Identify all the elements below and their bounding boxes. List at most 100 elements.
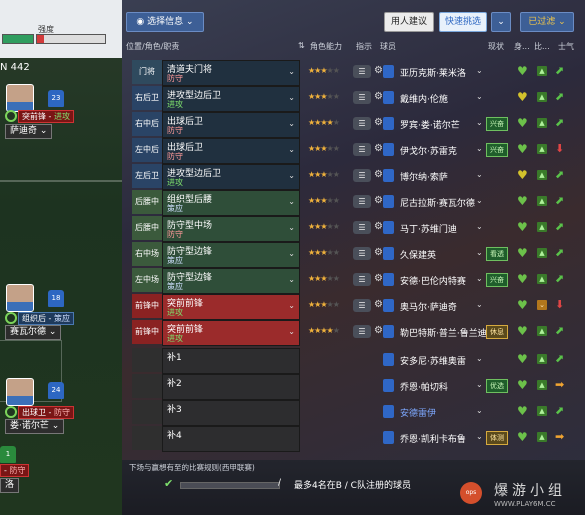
sort-icon[interactable]: ⇅ [298,41,305,50]
instructions-icon[interactable]: ☰ [353,325,371,338]
role-duty-selector[interactable]: 防守型边锋 策应 ⌄ [162,242,300,268]
role-duty-selector[interactable]: 补3 [162,400,300,426]
player-name[interactable]: 戴维内·伦施 [400,92,448,105]
gear-icon[interactable]: ⚙ [374,299,383,310]
header-role-ability[interactable]: 角色能力 [310,41,342,52]
table-row[interactable]: 补2 乔恩·帕切科 ⌄ 优选 ♥ ▲ ➡ [132,374,580,400]
chevron-down-icon[interactable]: ⌄ [476,406,483,415]
player-name[interactable]: 亚历克斯·莱米洛 [400,66,466,79]
select-info-button[interactable]: ◉ 选择信息 ⌄ [126,12,204,32]
quick-pick-button[interactable]: 快速挑选 [439,12,487,32]
player-name[interactable]: 安多尼·苏维奥雷 [400,354,466,367]
table-row[interactable]: 右中后卫出球后卫防守⌄★★★★★☰⚙罗宾·娄·诺尔芒⌄兴奋♥▲⬈ [132,112,580,152]
chevron-down-icon[interactable]: ⌄ [476,380,483,389]
quick-pick-dropdown-button[interactable]: ⌄ [491,12,511,32]
header-position[interactable]: 位置/角色/职责 [126,41,179,52]
role-duty-selector[interactable]: 补2 [162,374,300,400]
player-name[interactable]: 奥马尔·萨迪奇 [400,300,457,313]
role-duty-selector[interactable]: 进攻型边后卫 进攻 ⌄ [162,86,300,112]
header-player[interactable]: 球员 [380,41,396,52]
player-role-tag[interactable]: 突前锋 - 进攻 [18,110,74,123]
chevron-down-icon[interactable]: ⌄ [476,196,483,205]
chevron-down-icon[interactable]: ⌄ [476,274,483,283]
gear-icon[interactable]: ⚙ [374,143,383,154]
gear-icon[interactable]: ⚙ [374,65,383,76]
table-row[interactable]: 门将 清道夫门将 防守 ⌄ ★★★★★ ☰ ⚙ 亚历克斯·莱米洛 ⌄ ♥ ▲ ⬈ [132,60,580,86]
role-duty-selector[interactable]: 突前前锋 进攻 ⌄ [162,294,300,320]
table-row[interactable]: 左中后卫出球后卫防守⌄★★★★★☰⚙伊戈尔·苏雷克⌄兴奋♥▲⬇ [132,138,580,178]
chevron-down-icon[interactable]: ⌄ [476,354,483,363]
role-duty-selector[interactable]: 防守型边锋 策应 ⌄ [162,268,300,294]
player-name-tag[interactable]: 洛 [0,478,20,493]
player-name[interactable]: 尼古拉斯·赛瓦尔德 [400,196,475,209]
instructions-icon[interactable]: ☰ [353,195,371,208]
instructions-icon[interactable]: ☰ [353,143,371,156]
gear-icon[interactable]: ⚙ [374,273,383,284]
role-duty-selector[interactable]: 防守型中场 防守 ⌄ [162,216,300,242]
instructions-icon[interactable]: ☰ [353,273,371,286]
chevron-down-icon[interactable]: ⌄ [476,170,483,179]
role-duty-selector[interactable]: 补1 [162,348,300,374]
player-name[interactable]: 久保建英 [400,248,436,261]
player-name[interactable]: 安德雷伊 [400,406,436,419]
gear-icon[interactable]: ⚙ [374,117,383,128]
player-name[interactable]: 安德·巴伦内特赛 [400,274,466,287]
chevron-down-icon[interactable]: ⌄ [476,92,483,101]
gear-icon[interactable]: ⚙ [374,325,383,336]
table-row[interactable]: 右中场 防守型边锋 策应 ⌄ ★★★★★ ☰ ⚙ 久保建英 ⌄ 看透 ♥ ▲ ⬈ [132,242,580,268]
header-match[interactable]: 比... [534,41,550,52]
table-row[interactable]: 前锋中左突前前锋进攻⌄★★★★★☰⚙勒巴特斯·普兰·鲁兰迪⌄休息♥▲⬈ [132,320,580,360]
table-row[interactable]: 补3 安德雷伊 ⌄ ♥ ▲ ⬈ [132,400,580,426]
instructions-icon[interactable]: ☰ [353,65,371,78]
role-duty-selector[interactable]: 补4 [162,426,300,452]
header-form[interactable]: 现状 [488,41,504,52]
chevron-down-icon[interactable]: ⌄ [476,326,483,335]
table-row[interactable]: 补1 安多尼·苏维奥雷 ⌄ ♥ ▲ ⬈ [132,348,580,374]
role-duty-selector[interactable]: 进攻型边后卫 进攻 ⌄ [162,164,300,190]
role-duty-selector[interactable]: 清道夫门将 防守 ⌄ [162,60,300,86]
user-suggest-button[interactable]: 用人建议 [384,12,434,32]
role-duty-selector[interactable]: 出球后卫 防守 ⌄ [162,112,300,138]
table-row[interactable]: 后腰中后组织型后腰策应⌄★★★★★☰⚙尼古拉斯·赛瓦尔德⌄♥▲⬈ [132,190,580,230]
table-row[interactable]: 前锋中右突前前锋进攻⌄★★★★★☰⚙奥马尔·萨迪奇⌄♥⌄⬇ [132,294,580,334]
header-fitness[interactable]: 身... [514,41,530,52]
instructions-icon[interactable]: ☰ [353,299,371,312]
player-name[interactable]: 马丁·苏维门迪 [400,222,457,235]
player-name[interactable]: 伊戈尔·苏雷克 [400,144,457,157]
role-duty-selector[interactable]: 出球后卫 防守 ⌄ [162,138,300,164]
player-name[interactable]: 博尔纳·索萨 [400,170,448,183]
chevron-down-icon[interactable]: ⌄ [476,222,483,231]
table-row[interactable]: 左中场 防守型边锋 策应 ⌄ ★★★★★ ☰ ⚙ 安德·巴伦内特赛 ⌄ 兴奋 ♥ ▲ ⬈ [132,268,580,294]
player-name[interactable]: 乔恩·凯利卡布鲁 [400,432,466,445]
instructions-icon[interactable]: ☰ [353,169,371,182]
chevron-down-icon[interactable]: ⌄ [476,248,483,257]
player-role-tag[interactable]: - 防守 [0,464,30,477]
gear-icon[interactable]: ⚙ [374,195,383,206]
gear-icon[interactable]: ⚙ [374,221,383,232]
role-duty-selector[interactable]: 突前前锋 进攻 ⌄ [162,320,300,346]
table-row[interactable]: 后腰中右防守型中场防守⌄★★★★★☰⚙马丁·苏维门迪⌄♥▲⬈ [132,216,580,256]
chevron-down-icon[interactable]: ⌄ [476,144,483,153]
filter-dropdown[interactable]: 已过滤 ⌄ [520,12,574,32]
instructions-icon[interactable]: ☰ [353,221,371,234]
player-role-tag[interactable]: 组织后 - 策应 [18,312,74,325]
table-row[interactable]: 补4 乔恩·凯利卡布鲁 ⌄ 体测 ♥ ▲ ➡ [132,426,580,452]
instructions-icon[interactable]: ☰ [353,91,371,104]
player-name-tag[interactable]: 赛瓦尔德 ⌄ [5,325,62,340]
player-name-tag[interactable]: 娄·诺尔芒 ⌄ [5,419,65,434]
instructions-icon[interactable]: ☰ [353,247,371,260]
table-row[interactable]: 左后卫 进攻型边后卫 进攻 ⌄ ★★★★★ ☰ ⚙ 博尔纳·索萨 ⌄ ♥ ▲ ⬈ [132,164,580,190]
gear-icon[interactable]: ⚙ [374,91,383,102]
gear-icon[interactable]: ⚙ [374,169,383,180]
chevron-down-icon[interactable]: ⌄ [476,66,483,75]
player-role-tag[interactable]: 出球卫 - 防守 [18,406,74,419]
instructions-icon[interactable]: ☰ [353,117,371,130]
role-duty-selector[interactable]: 组织型后腰 策应 ⌄ [162,190,300,216]
player-name[interactable]: 勒巴特斯·普兰·鲁兰迪 [400,326,487,339]
header-instructions[interactable]: 指示 [356,41,372,52]
chevron-down-icon[interactable]: ⌄ [476,432,483,441]
player-name[interactable]: 罗宾·娄·诺尔芒 [400,118,460,131]
chevron-down-icon[interactable]: ⌄ [476,118,483,127]
header-morale[interactable]: 士气 [558,41,574,52]
table-row[interactable]: 右后卫 进攻型边后卫 进攻 ⌄ ★★★★★ ☰ ⚙ 戴维内·伦施 ⌄ ♥ ▲ ⬈ [132,86,580,112]
